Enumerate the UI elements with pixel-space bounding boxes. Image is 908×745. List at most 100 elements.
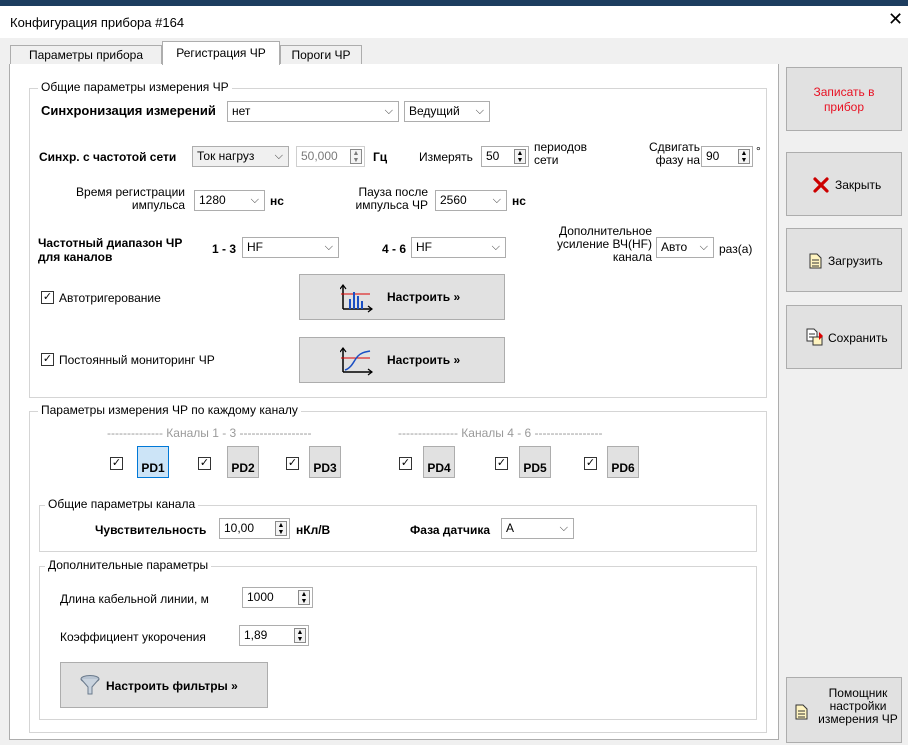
netsync-source-select[interactable]: Ток нагруз ⌵	[192, 146, 289, 167]
measure-periods-stepper[interactable]: 50 ▲ ▼	[481, 146, 529, 167]
sensitivity-stepper[interactable]: 10,00 ▲ ▼	[219, 518, 290, 539]
phase-sensor-select[interactable]: A ⌵	[501, 518, 574, 539]
pd2-channel-button[interactable]: PD2	[227, 446, 259, 478]
channels-46-header: --------------- Каналы 4 - 6 -----------…	[398, 426, 603, 440]
range-13-value: HF	[247, 240, 263, 254]
per-channel-group-label: Параметры измерения ЧР по каждому каналу	[38, 403, 301, 417]
window-title: Конфигурация прибора #164	[10, 15, 185, 30]
chevron-down-icon: ⌵	[492, 194, 501, 206]
general-params-group-label: Общие параметры измерения ЧР	[38, 80, 232, 94]
pd3-checkbox[interactable]: ✓	[286, 457, 299, 470]
monitoring-checkbox[interactable]: ✓	[41, 353, 54, 366]
tab-pd-registration[interactable]: Регистрация ЧР	[162, 41, 280, 65]
pd4-channel-button[interactable]: PD4	[423, 446, 455, 478]
autotrigger-checkbox[interactable]: ✓	[41, 291, 54, 304]
pulse-time-unit: нс	[270, 194, 284, 208]
stepper-arrows-icon[interactable]: ▲ ▼	[294, 628, 306, 643]
sync-label: Синхронизация измерений	[41, 103, 216, 118]
netsync-source-value: Ток нагруз	[197, 149, 255, 163]
sensitivity-value: 10,00	[224, 521, 255, 535]
pause-label-line2: импульса ЧР	[355, 198, 428, 212]
stepper-arrows-icon[interactable]: ▲ ▼	[738, 149, 750, 164]
pulse-time-value: 1280	[199, 193, 226, 207]
pd4-checkbox[interactable]: ✓	[399, 457, 412, 470]
range-46-select[interactable]: HF ⌵	[411, 237, 506, 258]
measurement-wizard-label: Помощник настройки измерения ЧР	[813, 687, 903, 726]
pd1-checkbox[interactable]: ✓	[110, 457, 123, 470]
cable-length-label: Длина кабельной линии, м	[60, 592, 209, 606]
pause-select[interactable]: 2560 ⌵	[435, 190, 507, 211]
channels-13-header: -------------- Каналы 1 - 3 ------------…	[107, 426, 312, 440]
gain-label-line3: канала	[612, 250, 652, 264]
pd6-channel-button[interactable]: PD6	[607, 446, 639, 478]
freq-range-label: Частотный диапазон ЧР для каналов	[38, 236, 182, 264]
measure-unit: периодов сети	[534, 141, 587, 167]
autotrigger-configure-button[interactable]: Настроить »	[299, 274, 505, 320]
histogram-chart-icon	[340, 284, 373, 313]
load-button-label: Загрузить	[828, 254, 883, 268]
pd2-checkbox[interactable]: ✓	[198, 457, 211, 470]
gain-unit: раз(а)	[719, 242, 753, 256]
measurement-wizard-button[interactable]: Помощник настройки измерения ЧР	[786, 677, 902, 743]
sync-select-value: нет	[232, 104, 251, 118]
close-window-icon[interactable]: ✕	[888, 10, 903, 28]
red-x-icon	[813, 177, 829, 193]
write-to-device-line2: прибор	[823, 100, 865, 114]
autotrigger-configure-label: Настроить »	[387, 290, 461, 304]
save-button[interactable]: Сохранить	[786, 305, 902, 369]
pd3-channel-button[interactable]: PD3	[309, 446, 341, 478]
write-to-device-label: Записать в прибор	[787, 85, 901, 115]
chevron-down-icon: ⌵	[324, 241, 333, 253]
range-46-label: 4 - 6	[382, 242, 407, 256]
measure-label: Измерять	[419, 150, 473, 164]
sync-select[interactable]: нет ⌵	[227, 101, 399, 122]
freq-range-label-line2: для каналов	[38, 250, 113, 264]
gain-value: Авто	[661, 240, 688, 254]
monitoring-configure-button[interactable]: Настроить »	[299, 337, 505, 383]
sensitivity-label: Чувствительность	[95, 523, 207, 537]
range-13-label: 1 - 3	[212, 242, 237, 256]
pd1-channel-button[interactable]: PD1	[137, 446, 169, 478]
measure-unit-line2: сети	[534, 153, 559, 167]
close-button[interactable]: Закрыть	[786, 152, 902, 216]
pulse-time-label-line2: импульса	[131, 198, 185, 212]
netsync-freq-unit: Гц	[373, 150, 388, 164]
cable-length-value: 1000	[247, 590, 274, 604]
pd5-checkbox[interactable]: ✓	[495, 457, 508, 470]
pd5-channel-button[interactable]: PD5	[519, 446, 551, 478]
phase-shift-unit: °	[756, 144, 761, 158]
chevron-down-icon: ⌵	[274, 150, 283, 162]
sync-role-select[interactable]: Ведущий ⌵	[404, 101, 490, 122]
range-13-select[interactable]: HF ⌵	[242, 237, 339, 258]
shortening-label: Коэффициент укорочения	[60, 630, 206, 644]
chevron-down-icon: ⌵	[250, 194, 259, 206]
monitoring-label: Постоянный мониторинг ЧР	[59, 353, 215, 367]
netsync-freq-stepper[interactable]: 50,000 ▲ ▼	[296, 146, 365, 167]
stepper-arrows-icon[interactable]: ▲ ▼	[298, 590, 310, 605]
configure-filters-button[interactable]: Настроить фильтры »	[60, 662, 268, 708]
gain-select[interactable]: Авто ⌵	[656, 237, 714, 258]
phase-sensor-value: A	[506, 521, 515, 535]
stepper-arrows-icon[interactable]: ▲ ▼	[514, 149, 526, 164]
netsync-freq-value: 50,000	[301, 149, 338, 163]
pulse-time-select[interactable]: 1280 ⌵	[194, 190, 265, 211]
tab-device-params[interactable]: Параметры прибора	[10, 45, 162, 64]
extra-params-group-label: Дополнительные параметры	[45, 558, 212, 572]
range-46-value: HF	[416, 240, 432, 254]
load-button[interactable]: Загрузить	[786, 228, 902, 292]
phase-shift-stepper[interactable]: 90 ▲ ▼	[701, 146, 753, 167]
chevron-down-icon: ⌵	[559, 522, 568, 534]
shortening-value: 1,89	[244, 628, 268, 642]
pd6-checkbox[interactable]: ✓	[584, 457, 597, 470]
close-button-label: Закрыть	[835, 178, 882, 192]
write-to-device-button[interactable]: Записать в прибор	[786, 67, 902, 131]
chevron-down-icon: ⌵	[491, 241, 500, 253]
measurement-wizard-line3: измерения ЧР	[818, 712, 898, 726]
stepper-arrows-icon[interactable]: ▲ ▼	[350, 149, 362, 164]
shortening-stepper[interactable]: 1,89 ▲ ▼	[239, 625, 309, 646]
cable-length-stepper[interactable]: 1000 ▲ ▼	[242, 587, 313, 608]
stepper-arrows-icon[interactable]: ▲ ▼	[275, 521, 287, 536]
tab-pd-thresholds[interactable]: Пороги ЧР	[280, 45, 362, 64]
phase-sensor-label: Фаза датчика	[410, 523, 491, 537]
sync-role-value: Ведущий	[409, 104, 460, 118]
